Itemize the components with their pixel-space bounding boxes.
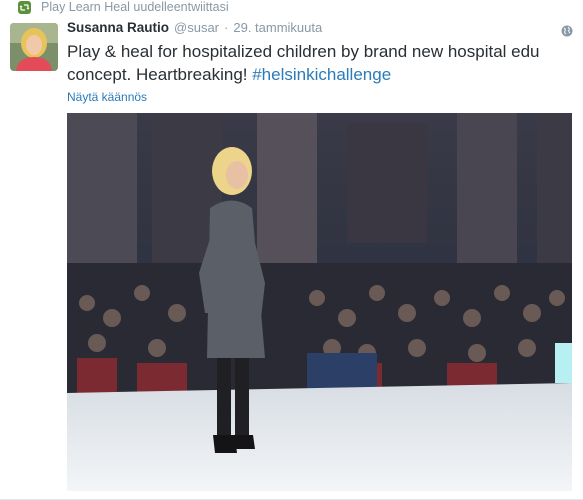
- retweet-icon: [18, 0, 31, 14]
- tweet-header: Susanna Rautio @susar · 29. tammikuuta: [67, 20, 583, 38]
- tweet-text: Play & heal for hospitalized children by…: [67, 40, 567, 86]
- tweet-photo[interactable]: [67, 113, 572, 491]
- retweet-context: Play Learn Heal uudelleentwiittasi: [18, 0, 229, 14]
- avatar[interactable]: [10, 23, 58, 71]
- author-fullname[interactable]: Susanna Rautio: [67, 20, 169, 35]
- retweet-context-label[interactable]: Play Learn Heal uudelleentwiittasi: [41, 0, 229, 14]
- hashtag-link[interactable]: #helsinkichallenge: [252, 65, 391, 84]
- tweet-timestamp[interactable]: 29. tammikuuta: [233, 20, 322, 35]
- translate-link[interactable]: Näytä käännös: [67, 90, 147, 104]
- author-username[interactable]: @susar: [174, 20, 219, 35]
- separator-dot: ·: [224, 20, 229, 35]
